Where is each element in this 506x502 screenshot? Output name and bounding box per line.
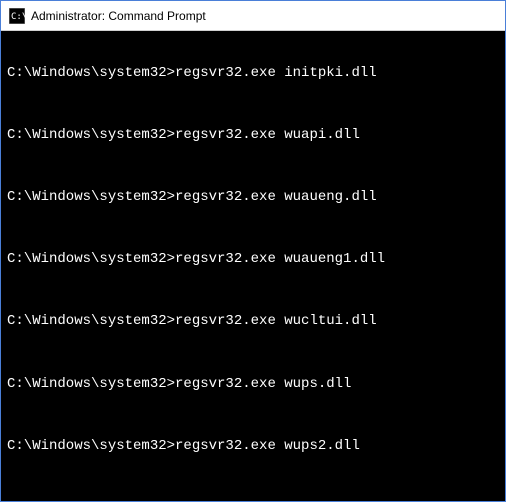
terminal-line: C:\Windows\system32>regsvr32.exe wups2.d… [7, 439, 499, 454]
terminal-line: C:\Windows\system32>regsvr32.exe wuaueng… [7, 190, 499, 205]
window-title: Administrator: Command Prompt [31, 9, 206, 23]
titlebar[interactable]: C:\ Administrator: Command Prompt [1, 1, 505, 31]
svg-text:C:\: C:\ [11, 12, 25, 22]
terminal-line: C:\Windows\system32>regsvr32.exe wuaueng… [7, 252, 499, 267]
terminal-area[interactable]: C:\Windows\system32>regsvr32.exe initpki… [1, 31, 505, 501]
terminal-line: C:\Windows\system32>regsvr32.exe wups.dl… [7, 377, 499, 392]
cmd-icon: C:\ [9, 8, 25, 24]
terminal-line: C:\Windows\system32>regsvr32.exe wucltui… [7, 314, 499, 329]
terminal-line: C:\Windows\system32>regsvr32.exe wuapi.d… [7, 128, 499, 143]
command-prompt-window: C:\ Administrator: Command Prompt C:\Win… [0, 0, 506, 502]
terminal-line: C:\Windows\system32>regsvr32.exe initpki… [7, 66, 499, 81]
